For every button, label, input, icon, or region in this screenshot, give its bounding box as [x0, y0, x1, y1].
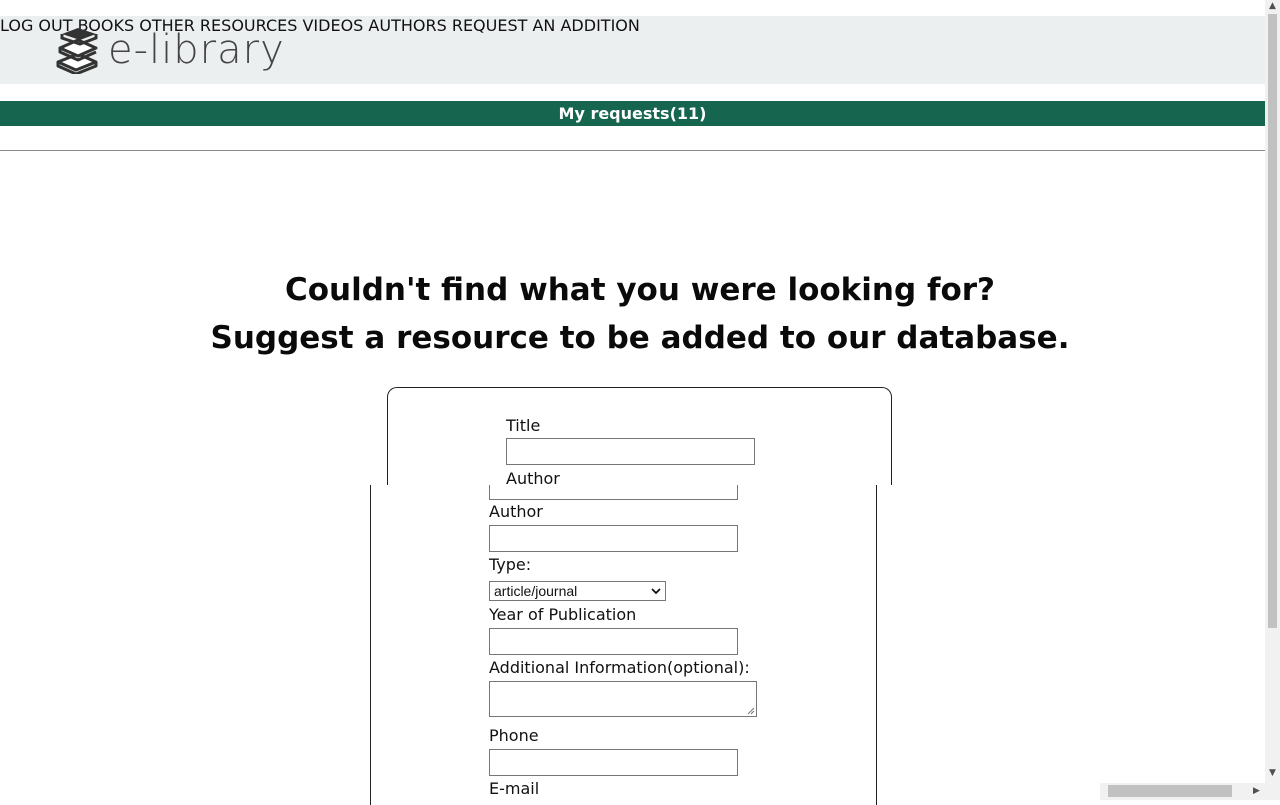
additional-info-label: Additional Information(optional):	[489, 658, 750, 677]
type-label: Type:	[489, 555, 532, 574]
request-form: Author Type: article/journal Year of Pub…	[370, 485, 877, 805]
request-form-card-header: Title Author	[387, 387, 892, 485]
arrow-up-icon[interactable]: ▲	[1269, 2, 1276, 11]
nav-videos[interactable]: VIDEOS	[302, 16, 363, 35]
phone-label: Phone	[489, 726, 539, 745]
arrow-right-icon[interactable]: ▶	[1253, 787, 1260, 796]
horizontal-scroll-thumb[interactable]	[1108, 785, 1232, 797]
nav-authors[interactable]: AUTHORS	[368, 16, 446, 35]
vertical-scroll-thumb[interactable]	[1268, 14, 1277, 628]
partial-input[interactable]	[489, 485, 738, 500]
site-header: e-library LOG OUT BOOKS OTHER RESOURCES …	[0, 16, 1265, 84]
headline-line-2: Suggest a resource to be added to our da…	[210, 320, 1070, 356]
top-strip	[0, 0, 1265, 16]
year-label: Year of Publication	[489, 605, 637, 624]
additional-info-textarea[interactable]	[489, 681, 757, 717]
arrow-down-icon[interactable]: ▼	[1269, 769, 1276, 778]
phone-input[interactable]	[489, 749, 738, 776]
headline-line-1: Couldn't find what you were looking for?	[284, 272, 996, 308]
site-logo[interactable]: e-library	[54, 22, 285, 78]
chevron-down-icon	[651, 587, 661, 594]
email-label: E-mail	[489, 779, 540, 798]
type-select-value: article/journal	[494, 583, 578, 599]
resize-handle-icon	[747, 707, 755, 715]
title-input[interactable]	[506, 438, 755, 465]
year-input[interactable]	[489, 628, 738, 655]
nav-request-addition[interactable]: REQUEST AN ADDITION	[452, 16, 640, 35]
books-stack-icon	[56, 28, 98, 74]
author-label: Author	[489, 502, 543, 521]
title-label: Title	[506, 416, 541, 435]
logo-text: e-library	[108, 27, 285, 73]
my-requests-link[interactable]: My requests(11)	[0, 101, 1265, 126]
divider	[0, 150, 1265, 151]
type-select[interactable]: article/journal	[489, 581, 666, 601]
card-author-label: Author	[506, 469, 560, 485]
author-input[interactable]	[489, 525, 738, 552]
